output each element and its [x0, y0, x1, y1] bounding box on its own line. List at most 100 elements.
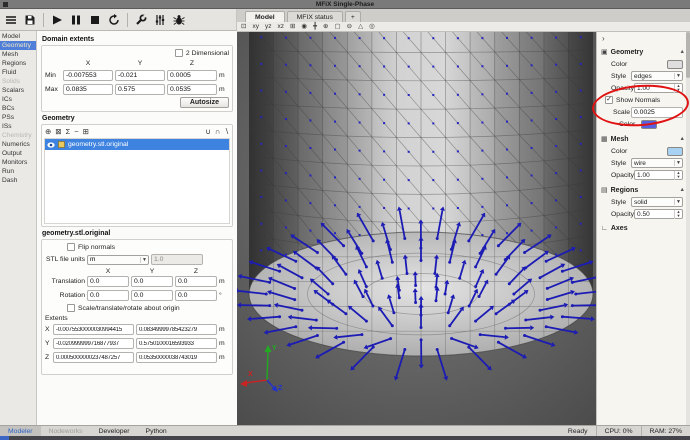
extents-ymax-field[interactable] — [136, 338, 217, 349]
sidebar-item-monitors[interactable]: Monitors — [0, 158, 36, 167]
about-origin-checkbox[interactable]: Scale/translate/rotate about origin — [67, 304, 180, 312]
translation-x-field[interactable] — [87, 276, 129, 287]
sidebar-item-mesh[interactable]: Mesh — [0, 50, 36, 59]
collapse-caret-icon[interactable]: ▲ — [680, 49, 685, 55]
extents-ymin-field[interactable] — [53, 338, 134, 349]
normals-scale-field[interactable] — [631, 107, 683, 118]
extents-xmax-field[interactable] — [136, 324, 217, 335]
spin-down-icon[interactable]: ▼ — [675, 175, 682, 180]
rotation-y-field[interactable] — [131, 290, 173, 301]
perspective-icon[interactable]: ⊞ — [290, 22, 295, 31]
rotation-z-field[interactable] — [175, 290, 217, 301]
geometry-color-button[interactable] — [667, 60, 683, 69]
ymax-field[interactable] — [115, 84, 165, 95]
regions-opacity-spinner[interactable]: 0.50▲▼ — [634, 209, 683, 219]
sidebar-item-regions[interactable]: Regions — [0, 59, 36, 68]
save-icon[interactable] — [24, 14, 36, 26]
zmin-field[interactable] — [167, 70, 217, 81]
reset-icon[interactable] — [108, 14, 120, 26]
settings-sliders-icon[interactable] — [154, 14, 166, 26]
normals-color-button[interactable] — [641, 120, 657, 129]
geometry-vis-header[interactable]: ▣ Geometry ▲ — [597, 45, 690, 58]
visibility-eye-icon[interactable] — [47, 142, 55, 148]
wizard-icon[interactable]: Σ — [66, 127, 71, 136]
autosize-button[interactable]: Autosize — [180, 97, 229, 108]
screenshot-icon[interactable]: ◉ — [301, 22, 307, 31]
extents-zmax-field[interactable] — [136, 352, 217, 363]
geometry-opacity-spinner[interactable]: 1.00▲▼ — [634, 83, 683, 93]
collapse-caret-icon[interactable]: ▲ — [680, 187, 685, 193]
zmax-field[interactable] — [167, 84, 217, 95]
view-xy-icon[interactable]: xy — [252, 22, 259, 31]
sidebar-item-model[interactable]: Model — [0, 32, 36, 41]
mesh-opacity-spinner[interactable]: 1.00▲▼ — [634, 170, 683, 180]
mesh-color-button[interactable] — [667, 147, 683, 156]
sidebar-item-numerics[interactable]: Numerics — [0, 140, 36, 149]
translation-y-field[interactable] — [131, 276, 173, 287]
sidebar-item-run[interactable]: Run — [0, 167, 36, 176]
xmax-field[interactable] — [63, 84, 113, 95]
spin-down-icon[interactable]: ▼ — [675, 214, 682, 219]
stop-icon[interactable] — [89, 14, 101, 26]
regions-style-dropdown[interactable]: solid▼ — [631, 197, 683, 207]
run-icon[interactable] — [51, 14, 63, 26]
sidebar-item-pss[interactable]: PSs — [0, 113, 36, 122]
show-normals-checkbox[interactable]: ✓ Show Normals — [605, 96, 660, 104]
checkbox-box[interactable] — [175, 49, 183, 57]
viewport-3d[interactable]: XYZ — [237, 32, 596, 425]
ymin-field[interactable] — [115, 70, 165, 81]
sidebar-item-scalars[interactable]: Scalars — [0, 86, 36, 95]
collapse-caret-icon[interactable]: ▲ — [680, 136, 685, 142]
menu-icon[interactable] — [5, 14, 17, 26]
spin-down-icon[interactable]: ▼ — [675, 88, 682, 93]
tab-model[interactable]: Model — [245, 11, 285, 22]
add-sphere-icon[interactable]: ◎ — [369, 22, 375, 31]
mesh-style-dropdown[interactable]: wire▼ — [631, 158, 683, 168]
tab-add[interactable]: + — [345, 11, 361, 22]
sidebar-item-fluid[interactable]: Fluid — [0, 68, 36, 77]
tab-mfix-status[interactable]: MFIX status — [287, 11, 343, 22]
union-icon[interactable]: ∪ — [205, 127, 211, 136]
flip-normals-checkbox[interactable]: Flip normals — [67, 243, 115, 251]
two-dimensional-checkbox[interactable]: 2 Dimensional — [175, 49, 229, 57]
geometry-tree[interactable]: geometry.stl.original — [44, 138, 230, 224]
checkbox-box[interactable]: ✓ — [605, 96, 613, 104]
rotate-icon[interactable]: ╋ — [313, 22, 317, 31]
difference-icon[interactable]: ∖ — [224, 127, 229, 136]
translation-z-field[interactable] — [175, 276, 217, 287]
add-cone-icon[interactable]: △ — [358, 22, 363, 31]
add-box-icon[interactable]: ▢ — [334, 22, 340, 31]
pause-icon[interactable] — [70, 14, 82, 26]
extents-zmin-field[interactable] — [53, 352, 134, 363]
view-yz-icon[interactable]: yz — [265, 22, 272, 31]
sidebar-item-dash[interactable]: Dash — [0, 176, 36, 185]
add-geometry-icon[interactable]: ⊕ — [45, 127, 51, 136]
copy-geometry-icon[interactable]: ⊞ — [83, 127, 89, 136]
sidebar-item-output[interactable]: Output — [0, 149, 36, 158]
intersect-icon[interactable]: ∩ — [215, 127, 220, 136]
bug-icon[interactable] — [173, 14, 185, 26]
add-filter-icon[interactable]: ⊠ — [55, 127, 61, 136]
sidebar-item-geometry[interactable]: Geometry — [0, 41, 36, 50]
visibility-icon[interactable]: ⊕ — [323, 22, 328, 31]
reset-view-icon[interactable]: ⊡ — [241, 22, 246, 31]
remove-geometry-icon[interactable]: − — [74, 127, 78, 136]
extents-xmin-field[interactable] — [53, 324, 134, 335]
sidebar-item-iss[interactable]: ISs — [0, 122, 36, 131]
mode-tab-python[interactable]: Python — [138, 426, 175, 436]
stl-units-dropdown[interactable]: m ▼ — [87, 255, 149, 265]
sidebar-item-ics[interactable]: ICs — [0, 95, 36, 104]
wrench-icon[interactable] — [135, 14, 147, 26]
geometry-style-dropdown[interactable]: edges▼ — [631, 71, 683, 81]
mode-tab-developer[interactable]: Developer — [91, 426, 138, 436]
mode-tab-modeler[interactable]: Modeler — [0, 426, 41, 436]
checkbox-box[interactable] — [67, 304, 75, 312]
tree-item-geometry-stl[interactable]: geometry.stl.original — [45, 139, 229, 150]
mesh-vis-header[interactable]: ▦ Mesh ▲ — [597, 132, 690, 145]
sidebar-item-bcs[interactable]: BCs — [0, 104, 36, 113]
rotation-x-field[interactable] — [87, 290, 129, 301]
xmin-field[interactable] — [63, 70, 113, 81]
collapse-panel-icon[interactable]: › — [597, 32, 690, 43]
regions-vis-header[interactable]: ▤ Regions ▲ — [597, 183, 690, 196]
axes-vis-header[interactable]: ∟ Axes — [597, 222, 690, 234]
